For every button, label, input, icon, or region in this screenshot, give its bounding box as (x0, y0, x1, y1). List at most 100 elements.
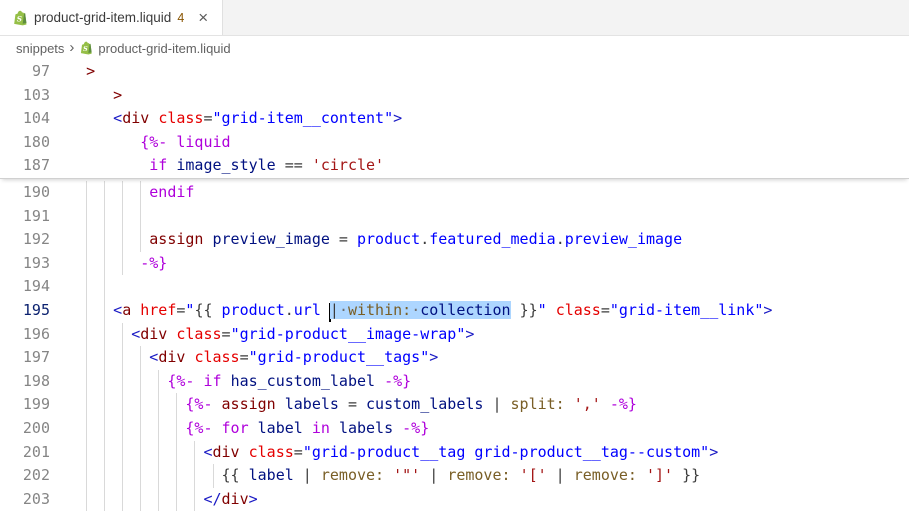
code-line[interactable]: 198 {%- if has_custom_label -%} (0, 369, 909, 394)
code-token: href (140, 300, 177, 319)
line-number[interactable]: 195 (0, 299, 50, 323)
code-text[interactable]: <div class="grid-product__tags"> (68, 346, 438, 370)
code-line[interactable]: 103 > (0, 84, 909, 108)
code-token: assign (149, 230, 204, 249)
code-line[interactable]: 194 (0, 275, 909, 299)
code-token: label (248, 466, 294, 485)
code-line[interactable]: 104 <div class="grid-item__content"> (0, 107, 909, 131)
code-token: liquid (176, 132, 231, 151)
code-text[interactable]: assign preview_image = product.featured_… (68, 228, 682, 252)
code-token: {%- (140, 132, 168, 151)
code-token: > (113, 85, 123, 104)
code-token: split: (510, 395, 565, 414)
code-line[interactable]: 192 assign preview_image = product.featu… (0, 228, 909, 252)
breadcrumb-folder[interactable]: snippets (16, 41, 64, 56)
line-number[interactable]: 191 (0, 205, 50, 229)
code-text[interactable]: <div class="grid-product__tag grid-produ… (68, 441, 718, 465)
code-line[interactable]: 197 <div class="grid-product__tags"> (0, 346, 909, 370)
code-token: < (113, 300, 123, 319)
code-text[interactable]: <div class="grid-item__content"> (68, 107, 402, 131)
line-number[interactable]: 194 (0, 275, 50, 299)
code-text[interactable]: -%} (68, 252, 167, 276)
tab-product-grid-item[interactable]: S product-grid-item.liquid 4 × (0, 0, 224, 35)
code-text[interactable]: > (68, 84, 122, 108)
line-number[interactable]: 198 (0, 370, 50, 394)
code-line[interactable]: 196 <div class="grid-product__image-wrap… (0, 322, 909, 347)
code-text[interactable]: {%- for label in labels -%} (68, 417, 429, 441)
selected-code-token: | (329, 300, 339, 319)
code-line[interactable]: 191 (0, 204, 909, 229)
code-token: . (555, 230, 565, 249)
code-token: "grid-product__tag grid-product__tag--cu… (302, 442, 710, 461)
code-token: "grid-item__content" (212, 109, 394, 128)
code-text[interactable]: {%- assign labels = custom_labels | spli… (68, 393, 637, 417)
code-token: has_custom_label (230, 371, 376, 390)
code-line[interactable]: 97 > (0, 60, 909, 84)
line-number[interactable]: 187 (0, 154, 50, 178)
code-text[interactable]: endif (68, 181, 194, 205)
code-line[interactable]: 193 -%} (0, 251, 909, 276)
code-token: < (113, 109, 123, 128)
line-number[interactable]: 197 (0, 346, 50, 370)
code-token: = (338, 395, 367, 414)
code-token: > (248, 489, 258, 508)
indent-guide (86, 275, 88, 299)
code-token: "grid-product__tags" (248, 348, 430, 367)
code-token: -%} (402, 418, 430, 437)
code-text[interactable]: > (68, 60, 95, 84)
breadcrumb-file[interactable]: product-grid-item.liquid (98, 41, 230, 56)
code-line[interactable]: 203 </div> (0, 487, 909, 512)
line-number[interactable]: 203 (0, 488, 50, 512)
line-number[interactable]: 199 (0, 393, 50, 417)
code-line[interactable]: 202 {{ label | remove: '"' | remove: '['… (0, 464, 909, 488)
line-number[interactable]: 190 (0, 181, 50, 205)
code-token: remove: (573, 466, 637, 485)
line-number[interactable]: 196 (0, 323, 50, 347)
code-text[interactable]: <div class="grid-product__image-wrap"> (68, 323, 474, 347)
line-number[interactable]: 201 (0, 441, 50, 465)
line-number[interactable]: 192 (0, 228, 50, 252)
selected-code-token: · (338, 300, 348, 319)
line-number[interactable]: 180 (0, 131, 50, 155)
indent-guide (140, 204, 142, 229)
code-token: '[' (519, 466, 547, 485)
breadcrumb: snippets › S product-grid-item.liquid (0, 36, 909, 60)
code-token: if (149, 156, 168, 175)
line-number[interactable]: 103 (0, 84, 50, 108)
code-token: remove: (320, 466, 385, 485)
code-token: = (293, 442, 303, 461)
line-number[interactable]: 97 (0, 60, 50, 84)
code-line[interactable]: 199 {%- assign labels = custom_labels | … (0, 393, 909, 417)
code-text[interactable]: {%- if has_custom_label -%} (68, 370, 411, 394)
code-text[interactable]: <a href="{{ product.url |·within:·collec… (68, 299, 772, 323)
code-token: ']' (646, 466, 674, 485)
line-number[interactable]: 202 (0, 464, 50, 488)
tab-bar: S product-grid-item.liquid 4 × (0, 0, 909, 36)
code-line[interactable]: 190 endif (0, 180, 909, 205)
line-number[interactable]: 104 (0, 107, 50, 131)
code-text[interactable]: {%- liquid (68, 131, 231, 155)
code-line[interactable]: 195 <a href="{{ product.url |·within:·co… (0, 298, 909, 323)
tab-close-icon[interactable]: × (194, 8, 212, 27)
code-line[interactable]: 180 {%- liquid (0, 131, 909, 155)
code-text[interactable]: if image_style == 'circle' (68, 154, 384, 178)
line-number[interactable]: 200 (0, 417, 50, 441)
code-token: | (483, 395, 511, 414)
code-line[interactable]: 201 <div class="grid-product__tag grid-p… (0, 440, 909, 465)
code-token: {{ (221, 466, 249, 485)
code-token: ',' (573, 395, 601, 414)
code-token: {{ (194, 300, 222, 319)
code-line[interactable]: 200 {%- for label in labels -%} (0, 416, 909, 441)
code-text[interactable]: {{ label | remove: '"' | remove: '[' | r… (68, 464, 701, 488)
code-token: -%} (609, 395, 637, 414)
code-text[interactable]: </div> (68, 488, 258, 512)
line-number[interactable]: 193 (0, 252, 50, 276)
code-line[interactable]: 187 if image_style == 'circle' (0, 154, 909, 178)
